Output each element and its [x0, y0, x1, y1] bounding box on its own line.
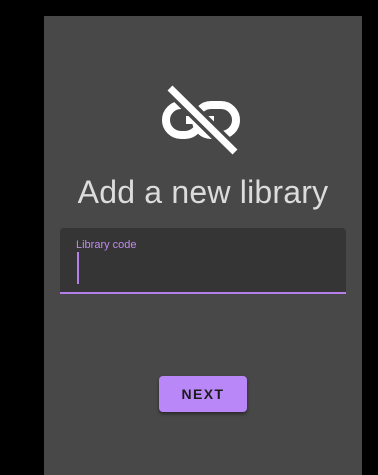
library-code-field[interactable]: Library code — [60, 228, 346, 294]
add-library-panel: Add a new library Library code NEXT — [44, 16, 362, 475]
library-code-label: Library code — [76, 239, 137, 251]
page-title: Add a new library — [77, 174, 329, 210]
text-cursor — [77, 252, 79, 284]
link-off-icon — [162, 83, 240, 157]
screen: Add a new library Library code NEXT — [0, 0, 378, 475]
next-button[interactable]: NEXT — [159, 376, 247, 412]
library-code-input[interactable] — [74, 252, 336, 282]
